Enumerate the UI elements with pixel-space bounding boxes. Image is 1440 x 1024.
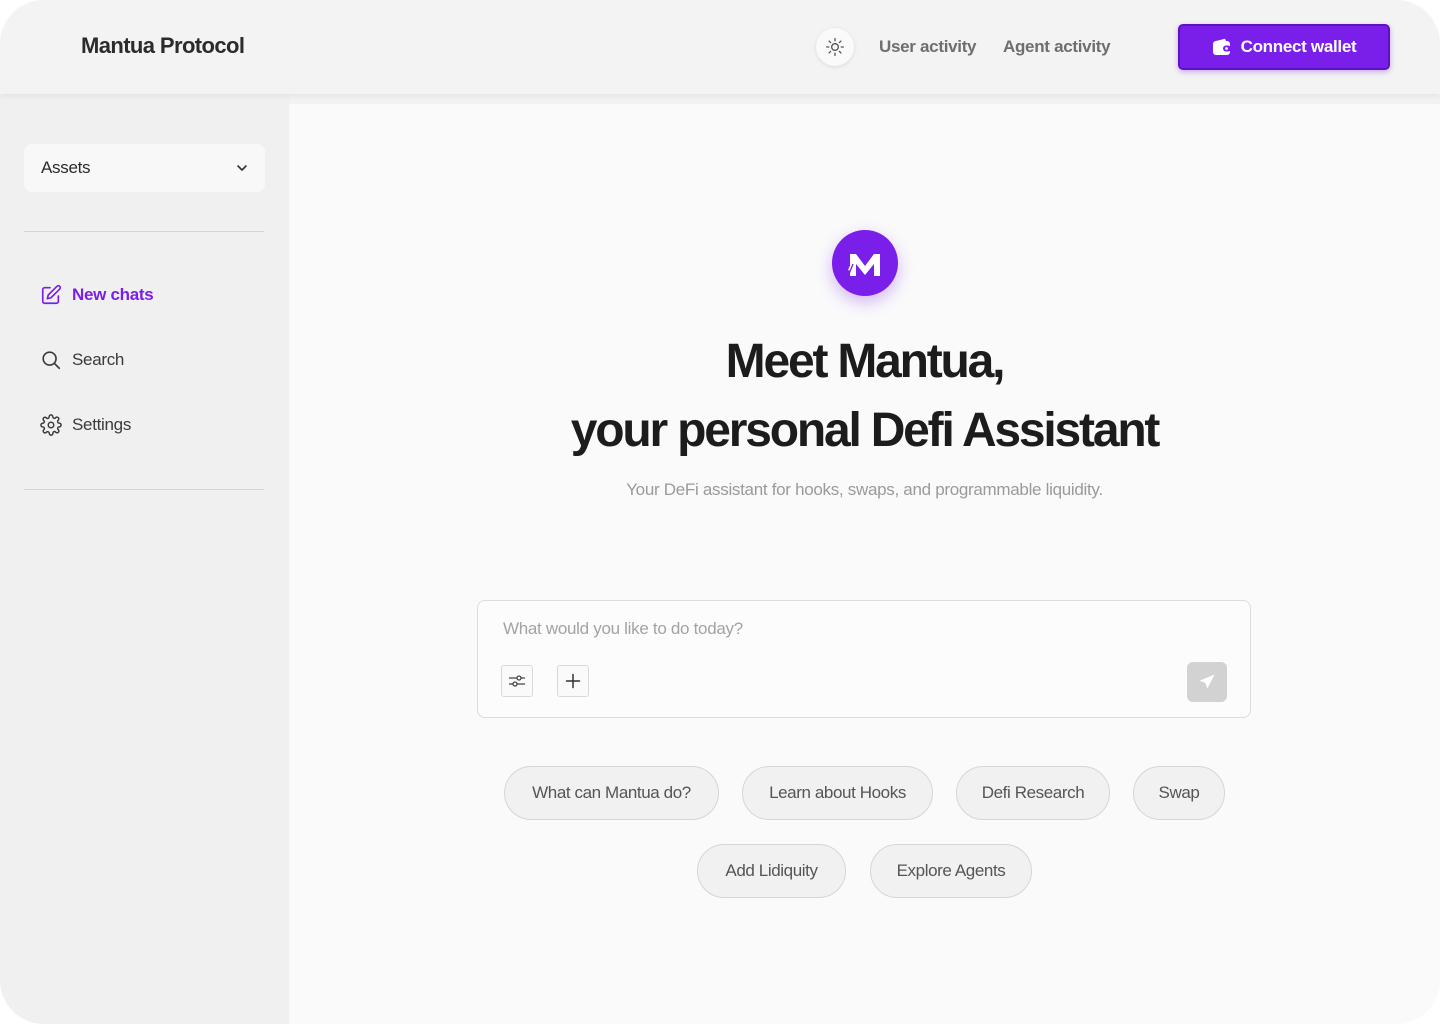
chat-input[interactable] <box>501 615 1205 643</box>
main-content: Meet Mantua, your personal Defi Assistan… <box>289 104 1440 1024</box>
suggestion-chip[interactable]: Defi Research <box>956 766 1110 820</box>
send-icon <box>1199 674 1215 689</box>
app-window: Mantua Protocol User activity Agent acti… <box>0 0 1440 1024</box>
top-bar: Mantua Protocol User activity Agent acti… <box>0 0 1440 94</box>
add-attachment-button[interactable] <box>557 665 589 697</box>
hero-subtitle: Your DeFi assistant for hooks, swaps, an… <box>626 480 1103 499</box>
sidebar-item-label: New chats <box>72 285 154 304</box>
sidebar-item-label: Search <box>72 350 125 369</box>
chat-composer <box>477 600 1251 718</box>
chevron-down-icon <box>237 165 247 171</box>
hero-title-line-1: Meet Mantua, <box>725 335 1006 388</box>
sun-icon <box>826 38 844 56</box>
sidebar-item-search[interactable]: Search <box>40 349 124 371</box>
connect-wallet-label: Connect wallet <box>1240 37 1357 56</box>
suggestion-chip[interactable]: Learn about Hooks <box>742 766 933 820</box>
edit-icon <box>41 284 62 305</box>
suggestion-chip[interactable]: Explore Agents <box>870 844 1032 898</box>
sidebar-item-settings[interactable]: Settings <box>40 414 131 436</box>
send-button[interactable] <box>1187 662 1227 702</box>
sidebar-item-new-chats[interactable]: New chats <box>40 284 154 306</box>
sidebar-divider <box>24 489 264 490</box>
suggestion-chip[interactable]: What can Mantua do? <box>504 766 719 820</box>
sidebar: Assets New chats Search Settings <box>0 94 289 1024</box>
gear-icon <box>40 414 62 436</box>
wallet-icon <box>1212 38 1231 55</box>
chat-options-button[interactable] <box>501 665 533 697</box>
hero-title-line-2: your personal Defi Assistant <box>570 404 1161 457</box>
search-icon <box>42 351 61 370</box>
plus-icon <box>565 673 581 689</box>
suggestion-chip[interactable]: Swap <box>1133 766 1225 820</box>
suggestion-chip[interactable]: Add Lidiquity <box>697 844 846 898</box>
nav-agent-activity[interactable]: Agent activity <box>1003 37 1111 57</box>
connect-wallet-button[interactable]: Connect wallet <box>1178 24 1390 70</box>
theme-toggle-button[interactable] <box>816 28 854 66</box>
sliders-icon <box>508 675 526 687</box>
assets-dropdown[interactable]: Assets <box>24 144 265 192</box>
sidebar-item-label: Settings <box>72 415 132 434</box>
sidebar-divider <box>24 231 264 232</box>
assets-dropdown-label: Assets <box>41 158 91 177</box>
brand-name: Mantua Protocol <box>81 33 245 58</box>
mantua-logo-icon <box>832 230 898 296</box>
nav-user-activity[interactable]: User activity <box>879 37 977 57</box>
